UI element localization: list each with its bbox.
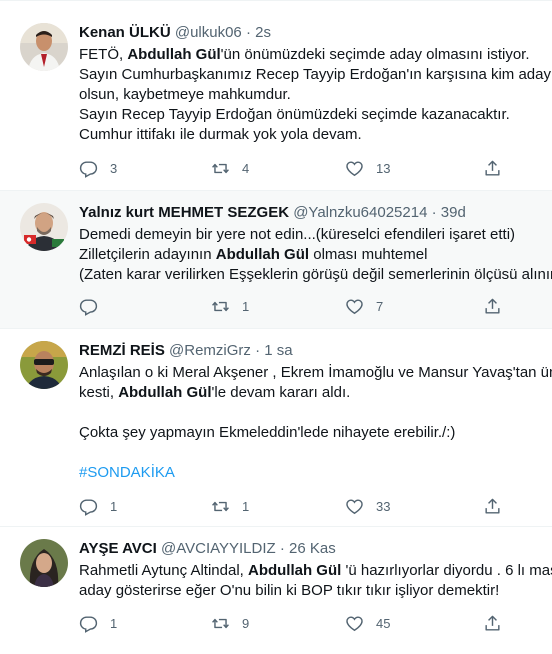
display-name[interactable]: Kenan ÜLKÜ	[79, 24, 171, 41]
retweet-count: 1	[242, 498, 250, 514]
highlight: Abdullah Gül	[215, 246, 310, 263]
retweet-button[interactable]: 4	[211, 158, 249, 178]
tweet-line: Anlaşılan o ki Meral Akşener , Ekrem İma…	[79, 364, 552, 381]
tweet-text: Anlaşılan o ki Meral Akşener , Ekrem İma…	[79, 363, 552, 483]
like-icon	[345, 497, 364, 516]
separator-dot: ·	[279, 540, 285, 557]
retweet-icon	[211, 614, 230, 633]
like-count: 33	[376, 498, 391, 514]
timestamp[interactable]: 39d	[441, 204, 466, 221]
tweet-header: Yalnız kurt MEHMET SEZGEK @Yalnzku640252…	[79, 203, 466, 223]
avatar[interactable]	[20, 341, 68, 389]
tweet-text: FETÖ, Abdullah Gül'ün önümüzdeki seçimde…	[79, 45, 552, 145]
share-button[interactable]	[483, 158, 502, 178]
like-icon	[345, 614, 364, 633]
share-icon	[483, 497, 502, 516]
tweet[interactable]: Kenan ÜLKÜ @ulkuk06 · 2s FETÖ, Abdullah …	[0, 1, 552, 191]
share-icon	[483, 297, 502, 316]
reply-icon	[79, 297, 98, 316]
reply-icon	[79, 497, 98, 516]
retweet-button[interactable]: 9	[211, 613, 249, 633]
share-button[interactable]	[483, 496, 502, 516]
reply-icon	[79, 614, 98, 633]
tweet-line: Rahmetli Aytunç Altindal, Abdullah Gül '…	[79, 562, 552, 579]
share-button[interactable]	[483, 613, 502, 633]
timestamp[interactable]: 26 Kas	[289, 540, 336, 557]
tweet-line: Zilletçilerin adayının Abdullah Gül olma…	[79, 246, 428, 263]
share-icon	[483, 614, 502, 633]
like-icon	[345, 159, 364, 178]
timestamp[interactable]: 2s	[255, 24, 271, 41]
like-count: 7	[376, 298, 384, 314]
tweet[interactable]: REMZİ REİS @RemziGrz · 1 sa Anlaşılan o …	[0, 329, 552, 527]
retweet-icon	[211, 497, 230, 516]
tweet-line: Çokta şey yapmayın Ekmeleddin'lede nihay…	[79, 424, 456, 441]
avatar[interactable]	[20, 539, 68, 587]
retweet-count: 1	[242, 298, 250, 314]
reply-count: 1	[110, 498, 118, 514]
tweet-actions: 1 1 33	[79, 496, 519, 516]
tweet-line: Sayın Recep Tayyip Erdoğan önümüzdeki se…	[79, 106, 510, 123]
tweet-line: olsun, kaybetmeye mahkumdur.	[79, 86, 291, 103]
retweet-icon	[211, 297, 230, 316]
reply-icon	[79, 159, 98, 178]
tweet-line: FETÖ, Abdullah Gül'ün önümüzdeki seçimde…	[79, 46, 530, 63]
tweet-text: Demedi demeyin bir yere not edin...(küre…	[79, 225, 552, 285]
like-button[interactable]: 33	[345, 496, 390, 516]
like-button[interactable]: 45	[345, 613, 390, 633]
tweet-line: Cumhur ittifakı ile durmak yok yola deva…	[79, 126, 362, 143]
retweet-button[interactable]: 1	[211, 296, 249, 316]
user-handle[interactable]: @Yalnzku64025214	[293, 204, 427, 221]
retweet-button[interactable]: 1	[211, 496, 249, 516]
tweet[interactable]: Yalnız kurt MEHMET SEZGEK @Yalnzku640252…	[0, 191, 552, 329]
highlight: Abdullah Gül	[247, 562, 342, 579]
timestamp[interactable]: 1 sa	[264, 342, 292, 359]
share-button[interactable]	[483, 296, 502, 316]
reply-button[interactable]: 1	[79, 613, 117, 633]
tweet-line: Sayın Cumhurbaşkanımız Recep Tayyip Erdo…	[79, 66, 552, 83]
tweet-text: Rahmetli Aytunç Altindal, Abdullah Gül '…	[79, 561, 552, 601]
avatar[interactable]	[20, 23, 68, 71]
like-count: 13	[376, 160, 391, 176]
retweet-count: 4	[242, 160, 250, 176]
display-name[interactable]: Yalnız kurt MEHMET SEZGEK	[79, 204, 289, 221]
tweet-line: aday gösterirse eğer O'nu bilin ki BOP t…	[79, 582, 500, 599]
reply-button[interactable]: 3	[79, 158, 117, 178]
reply-button[interactable]: 1	[79, 496, 117, 516]
like-count: 45	[376, 615, 391, 631]
tweet-line: Demedi demeyin bir yere not edin...(küre…	[79, 226, 516, 243]
highlight: Abdullah Gül	[118, 384, 212, 401]
tweet-feed: Kenan ÜLKÜ @ulkuk06 · 2s FETÖ, Abdullah …	[0, 0, 552, 654]
tweet-line: kesti, Abdullah Gül'le devam kararı aldı…	[79, 384, 351, 401]
retweet-icon	[211, 159, 230, 178]
user-handle[interactable]: @ulkuk06	[175, 24, 242, 41]
separator-dot: ·	[255, 342, 261, 359]
reply-button[interactable]	[79, 296, 110, 316]
tweet-header: REMZİ REİS @RemziGrz · 1 sa	[79, 341, 293, 361]
user-handle[interactable]: @AVCIAYYILDIZ	[161, 540, 276, 557]
tweet-header: Kenan ÜLKÜ @ulkuk06 · 2s	[79, 23, 271, 43]
reply-count: 1	[110, 615, 118, 631]
separator-dot: ·	[245, 24, 251, 41]
display-name[interactable]: AYŞE AVCI	[79, 540, 157, 557]
highlight: Abdullah Gül	[127, 46, 221, 63]
tweet-actions: 3 4 13	[79, 158, 519, 178]
user-handle[interactable]: @RemziGrz	[169, 342, 251, 359]
hashtag-link[interactable]: #SONDAKİKA	[79, 463, 552, 483]
reply-count: 3	[110, 160, 118, 176]
separator-dot: ·	[431, 204, 437, 221]
like-button[interactable]: 13	[345, 158, 390, 178]
like-icon	[345, 297, 364, 316]
share-icon	[483, 159, 502, 178]
tweet-actions: 1 9 45	[79, 613, 519, 633]
tweet-actions: 1 7	[79, 296, 519, 316]
display-name[interactable]: REMZİ REİS	[79, 342, 165, 359]
retweet-count: 9	[242, 615, 250, 631]
tweet-header: AYŞE AVCI @AVCIAYYILDIZ · 26 Kas	[79, 539, 336, 559]
tweet-line: (Zaten karar verilirken Eşşeklerin görüş…	[79, 266, 552, 283]
avatar[interactable]	[20, 203, 68, 251]
tweet[interactable]: AYŞE AVCI @AVCIAYYILDIZ · 26 Kas Rahmetl…	[0, 527, 552, 654]
like-button[interactable]: 7	[345, 296, 383, 316]
